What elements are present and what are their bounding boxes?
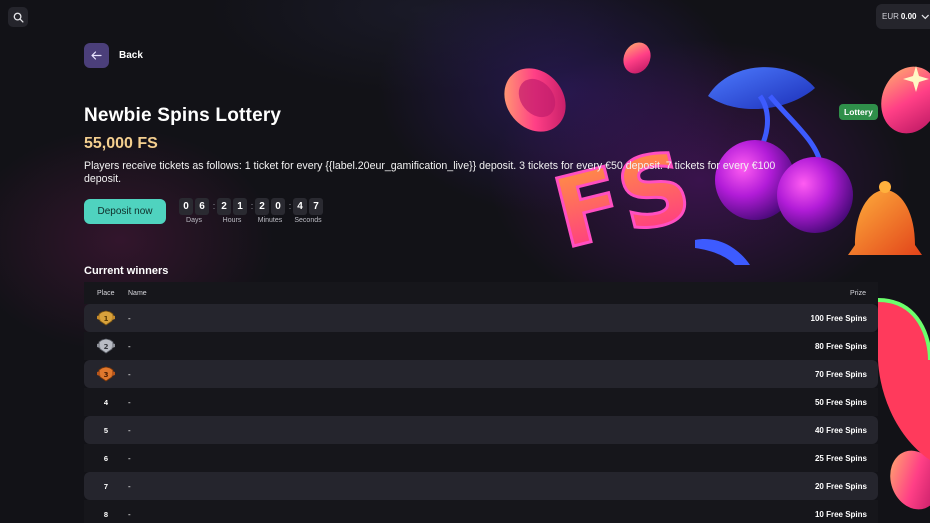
table-row: 1 - 100 Free Spins xyxy=(84,304,878,332)
chevron-down-icon xyxy=(921,14,930,19)
countdown-label: Days xyxy=(186,217,202,224)
countdown-minutes: 2 0 Minutes xyxy=(255,198,285,224)
fs-artwork-letters: FS xyxy=(544,129,702,270)
column-header-prize: Prize xyxy=(850,290,866,297)
search-icon xyxy=(13,12,24,23)
countdown-digit: 1 xyxy=(233,198,247,215)
svg-text:3: 3 xyxy=(104,371,109,379)
winner-name: - xyxy=(128,426,131,435)
winner-name: - xyxy=(128,482,131,491)
prize-value: 40 Free Spins xyxy=(814,426,867,435)
place-cell: 6 xyxy=(103,453,109,463)
countdown-label: Seconds xyxy=(294,217,322,224)
currency-code: EUR xyxy=(882,12,899,21)
winners-title: Current winners xyxy=(84,265,169,277)
countdown-label: Hours xyxy=(222,217,242,224)
place-cell: 5 xyxy=(103,425,109,435)
place-cell: 4 xyxy=(103,397,109,407)
column-header-place: Place xyxy=(97,290,115,297)
place-cell: 1 xyxy=(84,304,128,332)
winners-table: Place Name Prize 1 - 100 Free Spins 2 - … xyxy=(84,282,878,523)
countdown-digit: 2 xyxy=(255,198,269,215)
prize-value: 50 Free Spins xyxy=(814,398,867,407)
prize-value: 80 Free Spins xyxy=(814,342,867,351)
svg-text:2: 2 xyxy=(104,343,109,351)
lottery-description: Players receive tickets as follows: 1 ti… xyxy=(84,160,776,185)
place-cell: 2 xyxy=(84,332,128,360)
bell-top xyxy=(879,181,891,193)
prize-value: 100 Free Spins xyxy=(810,314,867,323)
countdown-digit: 2 xyxy=(217,198,231,215)
arrow-left-icon xyxy=(91,51,102,60)
countdown-digit: 0 xyxy=(179,198,193,215)
banana-artwork xyxy=(695,239,750,265)
table-row: 6 - 25 Free Spins xyxy=(84,444,878,472)
table-row: 4 - 50 Free Spins xyxy=(84,388,878,416)
coin-right-top xyxy=(881,66,930,134)
deposit-now-button[interactable]: Deposit now xyxy=(84,199,166,224)
countdown-timer: 0 6 Days : 2 1 Hours : 2 0 Minutes : 4 7… xyxy=(179,198,325,224)
table-row: 2 - 80 Free Spins xyxy=(84,332,878,360)
winner-name: - xyxy=(128,314,131,323)
countdown-digit: 0 xyxy=(271,198,285,215)
countdown-digit: 6 xyxy=(195,198,209,215)
bell-artwork xyxy=(848,190,922,255)
svg-text:1: 1 xyxy=(104,315,109,323)
back-button[interactable] xyxy=(84,43,109,68)
balance-amount: 0.00 xyxy=(900,12,917,21)
place-cell: 8 xyxy=(103,509,109,519)
back-label[interactable]: Back xyxy=(119,50,143,61)
page-title: Newbie Spins Lottery xyxy=(84,105,282,126)
coin-small-top xyxy=(623,42,651,74)
table-header: Place Name Prize xyxy=(84,282,878,304)
column-header-name: Name xyxy=(128,290,147,297)
bronze-medal-icon: 3 xyxy=(97,366,115,382)
countdown-hours: 2 1 Hours xyxy=(217,198,247,224)
gold-medal-icon: 1 xyxy=(97,310,115,326)
prize-value: 20 Free Spins xyxy=(814,482,867,491)
lottery-badge: Lottery xyxy=(839,104,878,120)
place-cell: 7 xyxy=(103,481,109,491)
prize-value: 10 Free Spins xyxy=(814,510,867,519)
currency-balance-selector[interactable]: EUR 0.00 xyxy=(876,4,930,29)
table-row: 3 - 70 Free Spins xyxy=(84,360,878,388)
table-row: 8 - 10 Free Spins xyxy=(84,500,878,523)
winner-name: - xyxy=(128,454,131,463)
total-prize: 55,000 FS xyxy=(84,135,158,152)
table-row: 5 - 40 Free Spins xyxy=(84,416,878,444)
countdown-seconds: 4 7 Seconds xyxy=(293,198,323,224)
countdown-digit: 7 xyxy=(309,198,323,215)
place-cell: 3 xyxy=(84,360,128,388)
prize-value: 70 Free Spins xyxy=(814,370,867,379)
silver-medal-icon: 2 xyxy=(97,338,115,354)
winner-name: - xyxy=(128,398,131,407)
winner-name: - xyxy=(128,510,131,519)
countdown-label: Minutes xyxy=(257,217,283,224)
search-button[interactable] xyxy=(8,7,28,27)
table-row: 7 - 20 Free Spins xyxy=(84,472,878,500)
winner-name: - xyxy=(128,342,131,351)
countdown-digit: 4 xyxy=(293,198,307,215)
countdown-days: 0 6 Days xyxy=(179,198,209,224)
prize-value: 25 Free Spins xyxy=(814,454,867,463)
winner-name: - xyxy=(128,370,131,379)
